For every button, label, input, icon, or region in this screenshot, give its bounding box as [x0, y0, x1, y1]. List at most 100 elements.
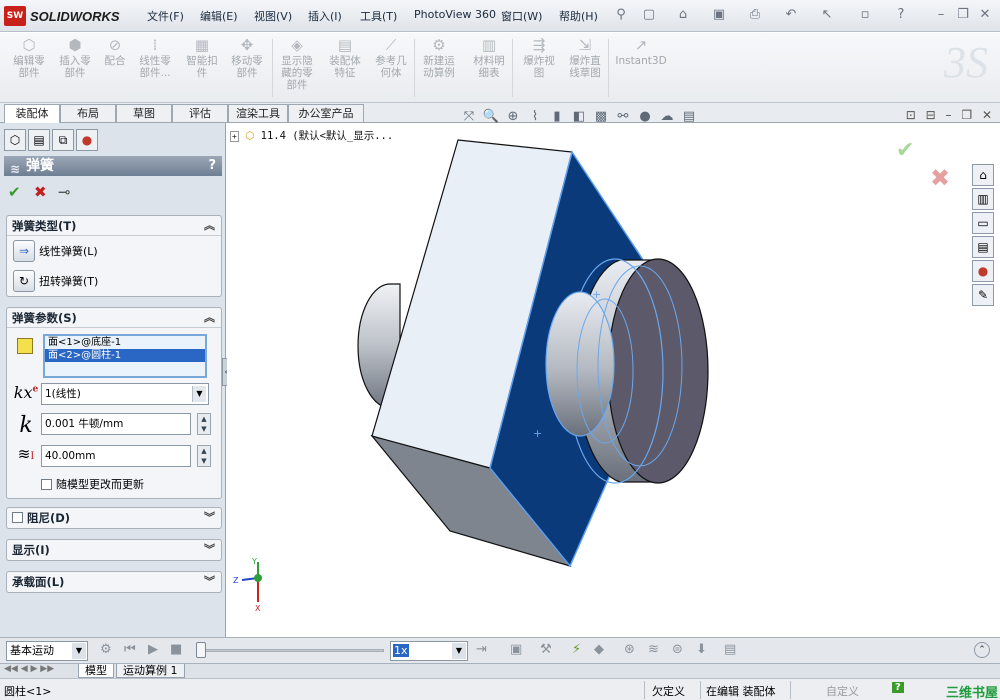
appearance-tab-icon[interactable]: ●	[76, 129, 98, 151]
viewport-split-icon[interactable]: ⊡	[906, 108, 916, 122]
torsion-spring-option[interactable]: ↻ 扭转弹簧(T)	[13, 270, 98, 292]
tab-evaluate[interactable]: 评估	[172, 104, 228, 122]
collapse-motion-manager-icon[interactable]: ⌃	[974, 642, 990, 658]
tab-sketch[interactable]: 草图	[116, 104, 172, 122]
exploded-view-button[interactable]: ⇶ 爆炸视 图	[516, 37, 562, 79]
motor-icon[interactable]: ⊛	[624, 642, 635, 657]
tab-scroll-arrows-icon[interactable]: ◀◀ ◀ ▶ ▶▶	[4, 664, 54, 674]
config-manager-tab-icon[interactable]: ⧉	[52, 129, 74, 151]
solidworks-resources-icon[interactable]: ⌂	[972, 164, 994, 186]
select-arrow-icon[interactable]: ↖	[818, 6, 836, 24]
results-plots-icon[interactable]: ▤	[724, 642, 736, 657]
previous-view-icon[interactable]: ⊕	[504, 108, 522, 126]
autokey-icon[interactable]: ⚡	[572, 642, 581, 657]
assembly-features-button[interactable]: ▤ 装配体 特征	[322, 37, 368, 79]
play-icon[interactable]: ▶	[148, 642, 158, 657]
assembly-model-view[interactable]: + +	[340, 136, 720, 576]
menu-view[interactable]: 视图(V)	[254, 8, 292, 24]
linear-pattern-button[interactable]: ⁞ 线性零 部件...	[132, 37, 178, 79]
viewport-minimize-icon[interactable]: –	[946, 108, 952, 122]
menu-edit[interactable]: 编辑(E)	[200, 8, 238, 24]
edit-component-button[interactable]: ⬡ 编辑零 部件	[6, 37, 52, 79]
free-length-input[interactable]: 40.00mm	[41, 445, 191, 467]
edit-appearance-icon[interactable]: ●	[636, 108, 654, 126]
stiffness-spinner[interactable]: ▲ ▼	[197, 413, 211, 435]
animation-wizard-icon[interactable]: ⚒	[540, 642, 552, 657]
spring-type-header[interactable]: 弹簧类型(T) ︽	[7, 216, 221, 236]
load-faces-group[interactable]: 承载面(L) ︾	[6, 571, 222, 593]
section-view-icon[interactable]: ⌇	[526, 108, 544, 126]
update-with-model-checkbox[interactable]: 随模型更改而更新	[41, 476, 144, 492]
study-type-select[interactable]: 基本运动 ▼	[6, 641, 88, 661]
file-explorer-icon[interactable]: ▭	[972, 212, 994, 234]
smart-fasteners-button[interactable]: ▦ 智能扣 件	[179, 37, 225, 79]
tab-assembly[interactable]: 装配体	[4, 104, 60, 124]
apply-scene-icon[interactable]: ☁	[658, 108, 676, 126]
damper-group[interactable]: 阻尼(D) ︾	[6, 507, 222, 529]
view-settings-icon[interactable]: ▤	[680, 108, 698, 126]
help-button[interactable]: ?	[208, 156, 216, 176]
new-document-icon[interactable]: ▢	[640, 6, 658, 24]
face-selection-list[interactable]: 面<1>@底座-1 面<2>@圆柱-1	[43, 334, 207, 378]
property-manager-tab-icon[interactable]: ▤	[28, 129, 50, 151]
confirmation-ok-icon[interactable]: ✔	[896, 138, 914, 163]
menu-window[interactable]: 窗口(W)	[501, 8, 542, 24]
viewport-link-icon[interactable]: ⊟	[926, 108, 936, 122]
rebuild-icon[interactable]: ▫	[856, 6, 874, 24]
linear-spring-option[interactable]: ⇒ 线性弹簧(L)	[13, 240, 98, 262]
exponent-select[interactable]: 1(线性) ▼	[41, 383, 209, 405]
status-help-button[interactable]: ?	[892, 682, 904, 693]
stiffness-input[interactable]: 0.001 牛顿/mm	[41, 413, 191, 435]
custom-properties-icon[interactable]: ✎	[972, 284, 994, 306]
design-library-icon[interactable]: ▥	[972, 188, 994, 210]
gravity-icon[interactable]: ⬇	[696, 642, 707, 657]
menu-file[interactable]: 文件(F)	[147, 8, 184, 24]
print-icon[interactable]: ⎙	[746, 6, 764, 24]
play-from-start-icon[interactable]: ⏮	[124, 642, 136, 657]
ok-button[interactable]: ✔	[8, 183, 21, 201]
instant3d-button[interactable]: ↗ Instant3D	[614, 37, 668, 67]
minimize-icon[interactable]: –	[932, 6, 950, 24]
close-icon[interactable]: ✕	[976, 6, 994, 24]
tab-office-products[interactable]: 办公室产品	[288, 104, 364, 122]
menu-insert[interactable]: 插入(I)	[308, 8, 342, 24]
save-icon[interactable]: ▣	[710, 6, 728, 24]
tab-layout[interactable]: 布局	[60, 104, 116, 122]
bill-of-materials-button[interactable]: ▥ 材料明 细表	[466, 37, 512, 79]
spring-tool-icon[interactable]: ≋	[648, 642, 659, 657]
contact-icon[interactable]: ⊜	[672, 642, 683, 657]
menu-photoview[interactable]: PhotoView 360	[414, 8, 496, 21]
restore-icon[interactable]: ❐	[954, 6, 972, 24]
menu-help[interactable]: 帮助(H)	[559, 8, 598, 24]
zoom-to-fit-icon[interactable]: ⤧	[460, 108, 478, 126]
pushpin-icon[interactable]: ⊸	[58, 183, 71, 201]
selection-item[interactable]: 面<1>@底座-1	[45, 336, 205, 349]
add-key-icon[interactable]: ◆	[594, 642, 604, 657]
save-animation-icon[interactable]: ▣	[510, 642, 522, 657]
free-length-spinner[interactable]: ▲ ▼	[197, 445, 211, 467]
selection-item[interactable]: 面<2>@圆柱-1	[45, 349, 205, 362]
damper-check-icon[interactable]	[12, 512, 23, 523]
help-question-icon[interactable]: ?	[892, 6, 910, 24]
tree-expand-icon[interactable]: +	[230, 131, 239, 142]
view-palette-icon[interactable]: ▤	[972, 236, 994, 258]
new-motion-study-button[interactable]: ⚙ 新建运 动算例	[416, 37, 462, 79]
pin-icon[interactable]: ⚲	[612, 6, 630, 24]
playback-slider-track[interactable]	[198, 649, 384, 652]
tab-model[interactable]: 模型	[78, 664, 114, 678]
dropdown-arrow-icon[interactable]: ▼	[72, 643, 86, 659]
dynamic-annotation-icon[interactable]: ▮	[548, 108, 566, 126]
move-component-button[interactable]: ✥ 移动零 部件	[224, 37, 270, 79]
explode-line-sketch-button[interactable]: ⇲ 爆炸直 线草图	[562, 37, 608, 79]
playback-mode-icon[interactable]: ⇥	[476, 642, 487, 657]
display-style-icon[interactable]: ▩	[592, 108, 610, 126]
dropdown-arrow-icon[interactable]: ▼	[452, 643, 466, 659]
menu-tools[interactable]: 工具(T)	[360, 8, 397, 24]
status-units[interactable]: 自定义	[826, 683, 859, 699]
calculate-icon[interactable]: ⚙	[100, 642, 112, 657]
playback-speed-select[interactable]: 1x ▼	[390, 641, 468, 661]
reference-geometry-button[interactable]: ⟋ 参考几 何体	[368, 37, 414, 79]
show-hidden-components-button[interactable]: ◈ 显示隐 藏的零 部件	[274, 37, 320, 91]
tab-motion-study-1[interactable]: 运动算例 1	[116, 664, 185, 678]
view-orientation-icon[interactable]: ◧	[570, 108, 588, 126]
